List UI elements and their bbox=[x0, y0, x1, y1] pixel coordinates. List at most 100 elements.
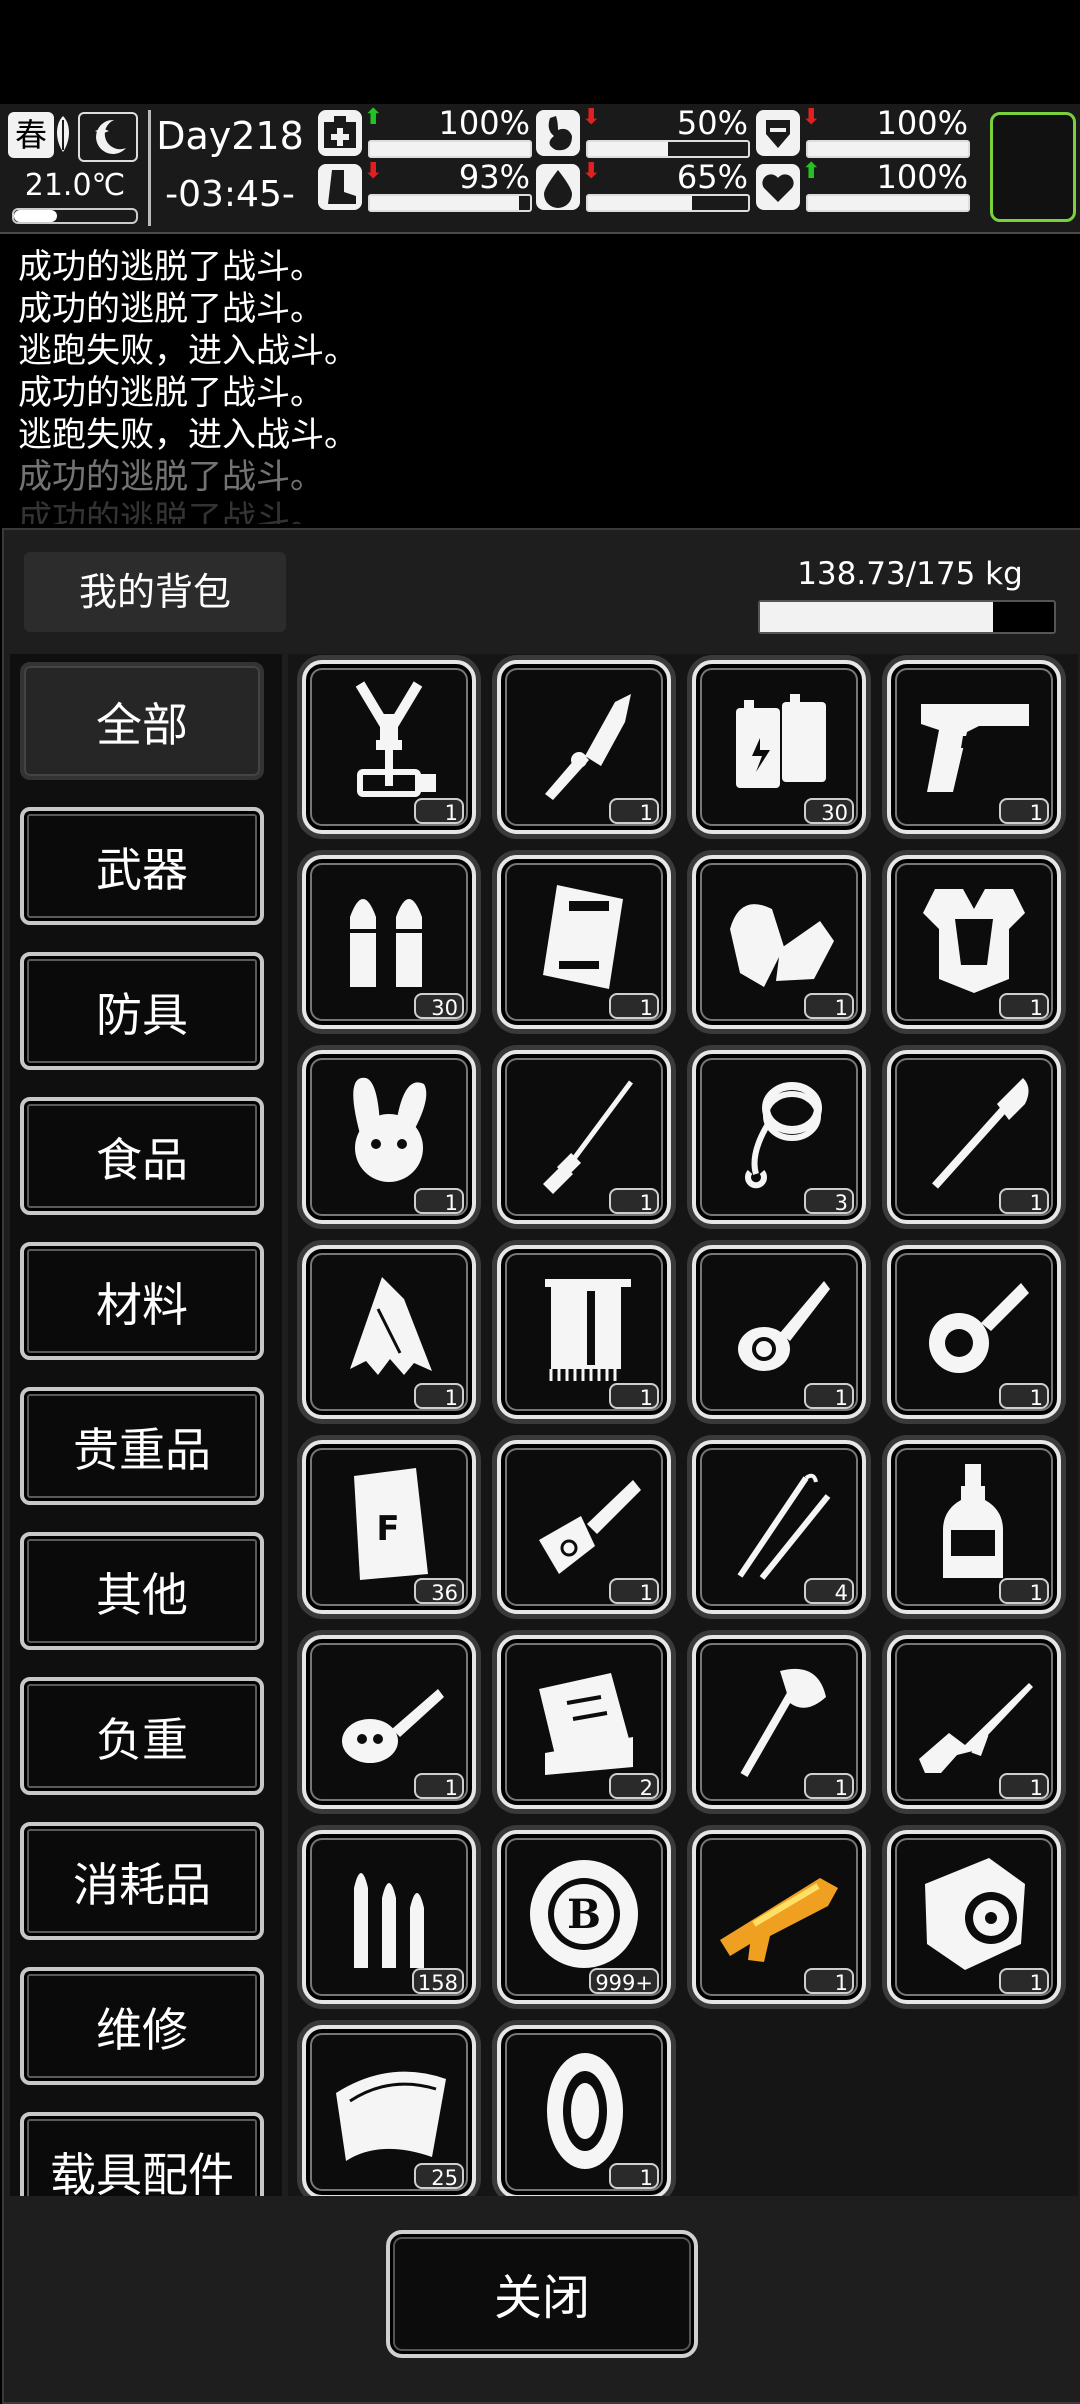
item-count: 1 bbox=[999, 1773, 1049, 1800]
gloves-icon bbox=[730, 904, 834, 987]
armor-icon bbox=[756, 110, 800, 156]
stat-bar bbox=[368, 140, 532, 158]
item-count: 1 bbox=[609, 2163, 659, 2190]
category-tab[interactable]: 武器 bbox=[20, 807, 264, 925]
category-list[interactable]: 全部武器防具食品材料贵重品其他负重消耗品维修载具配件 bbox=[10, 654, 282, 2196]
category-tab[interactable]: 全部 bbox=[20, 662, 264, 780]
item-slot[interactable]: 1 bbox=[497, 1245, 671, 1419]
day-counter: Day218 bbox=[156, 114, 304, 158]
item-slot[interactable]: 1 bbox=[887, 1440, 1061, 1614]
item-slot[interactable]: 1 bbox=[887, 1830, 1061, 2004]
arrow-down-icon: ⬇ bbox=[802, 105, 821, 130]
item-slot[interactable]: F 36 bbox=[302, 1440, 476, 1614]
stat-mood: ⬆ 100% bbox=[756, 158, 972, 216]
item-slot[interactable]: 3 bbox=[692, 1050, 866, 1224]
item-slot[interactable]: 1 bbox=[302, 660, 476, 834]
category-tab[interactable]: 负重 bbox=[20, 1677, 264, 1795]
item-count: 1 bbox=[414, 1188, 464, 1215]
item-slot[interactable]: 1 bbox=[887, 1245, 1061, 1419]
item-slot[interactable]: 1 bbox=[692, 1830, 866, 2004]
item-count: 999+ bbox=[589, 1968, 659, 1995]
stat-armor: ⬇ 100% bbox=[756, 104, 972, 162]
item-slot[interactable]: 1 bbox=[497, 660, 671, 834]
item-count: 2 bbox=[609, 1773, 659, 1800]
item-slot[interactable]: 1 bbox=[887, 855, 1061, 1029]
item-count: 1 bbox=[999, 1188, 1049, 1215]
car-remote-key-icon bbox=[342, 1689, 444, 1763]
item-slot[interactable]: 158 bbox=[302, 1830, 476, 2004]
arrow-down-icon: ⬇ bbox=[582, 159, 601, 184]
item-slot[interactable]: 1 bbox=[497, 1440, 671, 1614]
item-count: 1 bbox=[804, 993, 854, 1020]
toolbox-icon bbox=[539, 1673, 633, 1775]
item-count: 1 bbox=[609, 798, 659, 825]
item-slot[interactable]: 4 bbox=[692, 1440, 866, 1614]
item-count: 1 bbox=[609, 993, 659, 1020]
item-slot[interactable]: 1 bbox=[302, 1050, 476, 1224]
item-count: 3 bbox=[804, 1188, 854, 1215]
item-slot[interactable]: 1 bbox=[497, 2025, 671, 2196]
category-tab[interactable]: 维修 bbox=[20, 1967, 264, 2085]
item-slot[interactable]: 1 bbox=[692, 1245, 866, 1419]
svg-text:B: B bbox=[567, 1891, 601, 1938]
item-grid[interactable]: 1 1 30 1 30 1 1 1 1 1 3 1 1 1 1 1 F 36 1 4 1 1 2 1 1 158 B 999+ 1 1 25… bbox=[288, 654, 1078, 2196]
item-count: 158 bbox=[411, 1968, 464, 1995]
item-count: 1 bbox=[414, 1383, 464, 1410]
item-slot[interactable]: 1 bbox=[302, 1635, 476, 1809]
close-button[interactable]: 关闭 bbox=[386, 2230, 698, 2358]
item-count: 1 bbox=[609, 1383, 659, 1410]
arrow-down-icon: ⬇ bbox=[582, 105, 601, 130]
arrow-up-icon: ⬆ bbox=[364, 105, 383, 130]
pistol-bullets-icon bbox=[350, 899, 422, 987]
equipment-slot[interactable] bbox=[990, 112, 1076, 222]
item-count: 1 bbox=[999, 1968, 1049, 1995]
item-slot[interactable]: 1 bbox=[887, 660, 1061, 834]
item-slot[interactable]: 2 bbox=[497, 1635, 671, 1809]
item-slot[interactable]: 30 bbox=[692, 660, 866, 834]
category-tab[interactable]: 防具 bbox=[20, 952, 264, 1070]
stat-value: 50% bbox=[676, 104, 748, 142]
item-slot[interactable]: 30 bbox=[302, 855, 476, 1029]
rifle-icon bbox=[919, 1683, 1033, 1773]
item-count: 30 bbox=[414, 993, 464, 1020]
category-tab[interactable]: 载具配件 bbox=[20, 2112, 264, 2196]
item-count: 36 bbox=[414, 1578, 464, 1605]
gear-key-icon bbox=[929, 1283, 1029, 1373]
stat-value: 93% bbox=[458, 158, 530, 196]
bitcoin-chip-icon: B bbox=[530, 1860, 638, 1968]
item-slot[interactable]: 1 bbox=[692, 1635, 866, 1809]
category-tab[interactable]: 贵重品 bbox=[20, 1387, 264, 1505]
item-slot[interactable]: 1 bbox=[302, 1245, 476, 1419]
windshield-icon bbox=[336, 2071, 446, 2161]
stat-hunger: ⬇ 50% bbox=[536, 104, 752, 162]
time-display: -03:45- bbox=[165, 174, 295, 215]
season-badge: 春 bbox=[8, 112, 54, 158]
backpack-title: 我的背包 bbox=[24, 552, 286, 632]
category-tab[interactable]: 消耗品 bbox=[20, 1822, 264, 1940]
plate-icon bbox=[543, 885, 623, 989]
medkit-icon bbox=[318, 110, 362, 156]
item-slot[interactable]: 1 bbox=[887, 1050, 1061, 1224]
body-armor-icon bbox=[923, 889, 1025, 993]
bottle-icon bbox=[943, 1464, 1003, 1578]
arrow-up-icon: ⬆ bbox=[802, 159, 821, 184]
item-slot[interactable]: 1 bbox=[497, 1050, 671, 1224]
weight-bar bbox=[758, 600, 1056, 634]
stat-bar bbox=[586, 194, 750, 212]
shovel-icon bbox=[932, 1078, 1029, 1189]
stat-bar bbox=[368, 194, 532, 212]
category-tab[interactable]: 其他 bbox=[20, 1532, 264, 1650]
item-slot[interactable]: B 999+ bbox=[497, 1830, 671, 2004]
category-tab[interactable]: 材料 bbox=[20, 1242, 264, 1360]
item-slot[interactable]: 25 bbox=[302, 2025, 476, 2196]
item-slot[interactable]: 1 bbox=[497, 855, 671, 1029]
item-count: 1 bbox=[804, 1773, 854, 1800]
item-slot[interactable]: 1 bbox=[887, 1635, 1061, 1809]
log-line: 逃跑失败，进入战斗。 bbox=[18, 331, 358, 371]
category-tab[interactable]: 食品 bbox=[20, 1097, 264, 1215]
item-count: 30 bbox=[804, 798, 854, 825]
item-count: 1 bbox=[609, 1188, 659, 1215]
tire-icon bbox=[547, 2053, 623, 2169]
item-slot[interactable]: 1 bbox=[692, 855, 866, 1029]
log-line: 成功的逃脱了战斗。 bbox=[18, 289, 324, 329]
